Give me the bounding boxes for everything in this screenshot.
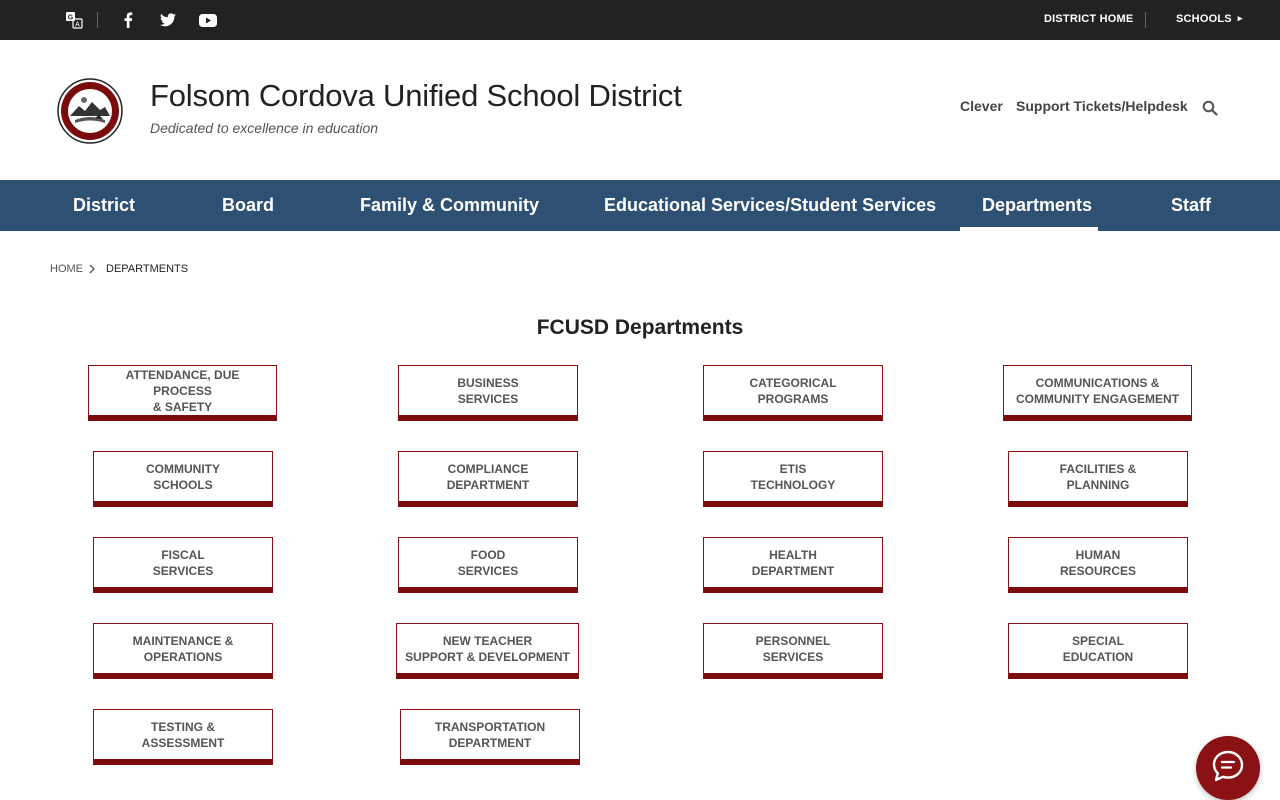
breadcrumb-home[interactable]: HOME: [50, 263, 83, 275]
dept-button-food[interactable]: FOOD SERVICES: [398, 537, 578, 593]
dept-button-testing[interactable]: TESTING & ASSESSMENT: [93, 709, 273, 765]
dept-button-maintenance[interactable]: MAINTENANCE & OPERATIONS: [93, 623, 273, 679]
clever-link[interactable]: Clever: [960, 98, 1003, 114]
chat-icon: [1210, 748, 1246, 789]
chevron-right-icon: [87, 262, 97, 274]
dept-label: MAINTENANCE & OPERATIONS: [132, 633, 234, 664]
dept-button-health[interactable]: HEALTH DEPARTMENT: [703, 537, 883, 593]
utility-bar: GA DISTRICT HOME SCHOOLS: [0, 0, 1280, 40]
site-header: Folsom Cordova Unified School District D…: [0, 40, 1280, 180]
breadcrumb-current: DEPARTMENTS: [106, 263, 189, 275]
translate-icon[interactable]: GA: [64, 10, 84, 30]
dept-label: HEALTH DEPARTMENT: [751, 547, 835, 578]
dept-label: BUSINESS SERVICES: [457, 375, 519, 406]
dept-label: COMMUNITY SCHOOLS: [146, 461, 220, 492]
main-navigation: District Board Family & Community Educat…: [0, 180, 1280, 231]
nav-item-staff[interactable]: Staff: [1171, 180, 1211, 231]
dept-label: NEW TEACHER SUPPORT & DEVELOPMENT: [405, 633, 570, 664]
nav-item-departments[interactable]: Departments: [982, 180, 1092, 231]
svg-text:A: A: [75, 22, 80, 29]
facebook-icon[interactable]: [120, 10, 136, 30]
district-home-link[interactable]: DISTRICT HOME: [1044, 13, 1133, 25]
dept-label: TESTING & ASSESSMENT: [141, 719, 225, 750]
dept-button-personnel[interactable]: PERSONNEL SERVICES: [703, 623, 883, 679]
helpdesk-link[interactable]: Support Tickets/Helpdesk: [1016, 98, 1188, 114]
twitter-icon[interactable]: [159, 10, 177, 30]
dept-label: SPECIAL EDUCATION: [1062, 633, 1134, 664]
nav-item-family-community[interactable]: Family & Community: [360, 180, 539, 231]
dept-label: HUMAN RESOURCES: [1059, 547, 1136, 578]
nav-item-educational-services[interactable]: Educational Services/Student Services: [604, 180, 936, 231]
site-tagline: Dedicated to excellence in education: [150, 120, 379, 136]
dept-button-new-teacher[interactable]: NEW TEACHER SUPPORT & DEVELOPMENT: [396, 623, 579, 679]
divider: [1145, 12, 1146, 28]
nav-item-board[interactable]: Board: [222, 180, 274, 231]
dept-button-compliance[interactable]: COMPLIANCE DEPARTMENT: [398, 451, 578, 507]
dept-label: FISCAL SERVICES: [152, 547, 214, 578]
dept-button-facilities[interactable]: FACILITIES & PLANNING: [1008, 451, 1188, 507]
dept-button-communications[interactable]: COMMUNICATIONS & COMMUNITY ENGAGEMENT: [1003, 365, 1192, 421]
dept-label: COMPLIANCE DEPARTMENT: [446, 461, 530, 492]
dept-button-categorical[interactable]: CATEGORICAL PROGRAMS: [703, 365, 883, 421]
dept-button-community-schools[interactable]: COMMUNITY SCHOOLS: [93, 451, 273, 507]
dept-button-transportation[interactable]: TRANSPORTATION DEPARTMENT: [400, 709, 580, 765]
dept-label: FACILITIES & PLANNING: [1059, 461, 1137, 492]
nav-item-district[interactable]: District: [73, 180, 135, 231]
dept-label: ETIS TECHNOLOGY: [750, 461, 836, 492]
dept-label: COMMUNICATIONS & COMMUNITY ENGAGEMENT: [1015, 375, 1180, 406]
dept-button-human-resources[interactable]: HUMAN RESOURCES: [1008, 537, 1188, 593]
dept-label: TRANSPORTATION DEPARTMENT: [434, 719, 546, 750]
divider: [97, 12, 98, 28]
dept-label: PERSONNEL SERVICES: [755, 633, 831, 664]
district-logo[interactable]: [57, 78, 123, 144]
schools-dropdown[interactable]: SCHOOLS: [1176, 13, 1243, 25]
dept-button-fiscal[interactable]: FISCAL SERVICES: [93, 537, 273, 593]
site-title[interactable]: Folsom Cordova Unified School District: [150, 78, 682, 114]
dept-button-attendance[interactable]: ATTENDANCE, DUE PROCESS & SAFETY: [88, 365, 277, 421]
dept-button-special-education[interactable]: SPECIAL EDUCATION: [1008, 623, 1188, 679]
page-title: FCUSD Departments: [536, 316, 744, 339]
dept-label: FOOD SERVICES: [457, 547, 519, 578]
dept-label: ATTENDANCE, DUE PROCESS & SAFETY: [125, 367, 240, 414]
search-icon[interactable]: [1200, 98, 1220, 118]
youtube-icon[interactable]: [198, 10, 218, 30]
dept-button-business[interactable]: BUSINESS SERVICES: [398, 365, 578, 421]
active-nav-indicator: [960, 227, 1098, 231]
dept-label: CATEGORICAL PROGRAMS: [749, 375, 837, 406]
dept-button-etis[interactable]: ETIS TECHNOLOGY: [703, 451, 883, 507]
chat-button[interactable]: [1196, 736, 1260, 800]
